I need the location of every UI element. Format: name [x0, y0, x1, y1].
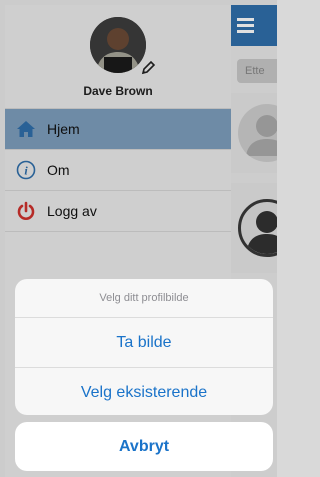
app-screen: Dave Brown Hjem i Om Logg av Ette Velg d…: [0, 0, 277, 477]
cancel-button[interactable]: Avbryt: [15, 422, 273, 471]
take-photo-button[interactable]: Ta bilde: [15, 318, 273, 367]
action-sheet: Velg ditt profilbilde Ta bilde Velg eksi…: [15, 279, 273, 415]
choose-existing-button[interactable]: Velg eksisterende: [15, 367, 273, 415]
action-sheet-title: Velg ditt profilbilde: [15, 279, 273, 318]
